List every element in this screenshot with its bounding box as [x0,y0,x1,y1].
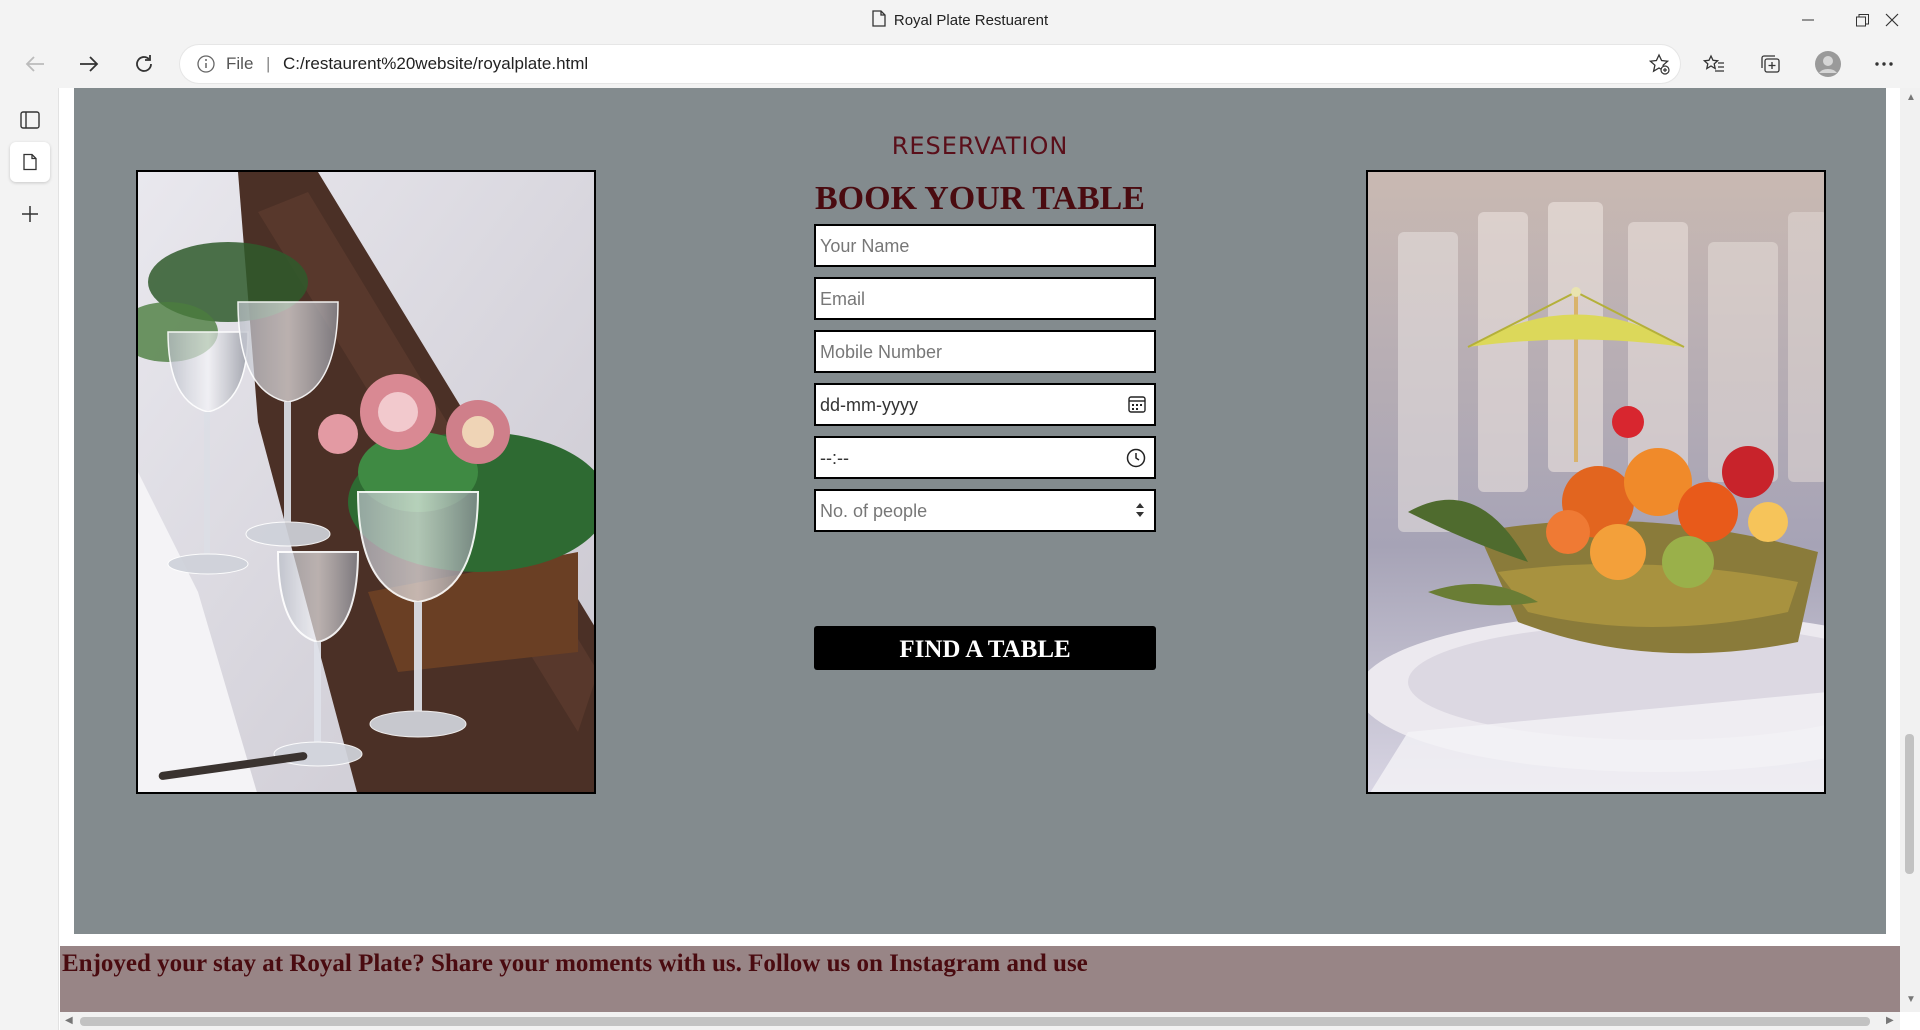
clock-icon[interactable] [1126,448,1146,473]
time-input[interactable]: --:-- [814,436,1156,479]
navigation-bar: File | C:/restaurent%20website/royalplat… [0,40,1920,88]
title-bar: Royal Plate Restuarent [0,0,1920,40]
minimize-icon[interactable] [1780,0,1836,40]
mobile-placeholder: Mobile Number [820,342,943,362]
vertical-scrollbar[interactable]: ▲ ▼ [1900,88,1920,1012]
scroll-left-arrow-icon[interactable]: ◀ [65,1015,73,1026]
mobile-input[interactable]: Mobile Number [814,330,1156,373]
page-viewport: RESERVATION BOOK YOUR TABLE Your Name Em… [60,88,1900,1012]
find-table-button[interactable]: FIND A TABLE [814,626,1156,670]
horizontal-scroll-thumb[interactable] [80,1017,1870,1026]
section-heading: BOOK YOUR TABLE [815,180,1145,217]
more-options-icon[interactable] [1866,46,1902,82]
name-input[interactable]: Your Name [814,224,1156,267]
section-kicker: RESERVATION [891,132,1069,160]
email-input[interactable]: Email [814,277,1156,320]
info-icon[interactable] [197,55,215,78]
add-favorite-icon[interactable] [1648,53,1670,80]
instagram-share-band: Enjoyed your stay at Royal Plate? Share … [60,946,1900,1012]
share-message: Enjoyed your stay at Royal Plate? Share … [62,950,1088,977]
scroll-right-arrow-icon[interactable]: ▶ [1886,1015,1894,1026]
window-title-text: Royal Plate Restuarent [893,12,1049,29]
collections-icon[interactable] [1752,46,1788,82]
scroll-up-arrow-icon[interactable]: ▲ [1906,92,1916,103]
address-bar[interactable]: File | C:/restaurent%20website/royalplat… [180,45,1680,83]
table-setting-photo [136,170,596,794]
horizontal-scrollbar[interactable]: ◀ ▶ [60,1012,1900,1030]
close-icon[interactable] [1864,0,1920,40]
url-text[interactable]: C:/restaurent%20website/royalplate.html [283,54,588,74]
forward-arrow-icon[interactable] [71,46,107,82]
window-title: Royal Plate Restuarent [0,10,1920,31]
document-icon [872,10,886,31]
calendar-icon[interactable] [1128,395,1146,418]
scheme-label: File [226,54,254,73]
time-value: --:-- [820,448,849,468]
email-placeholder: Email [820,289,866,309]
people-placeholder: No. of people [820,501,928,521]
tab-actions-icon[interactable] [10,100,50,140]
back-arrow-icon[interactable] [17,46,53,82]
profile-avatar-icon[interactable] [1810,46,1846,82]
name-placeholder: Your Name [820,236,910,256]
new-tab-plus-icon[interactable] [10,194,50,234]
vertical-scroll-thumb[interactable] [1905,734,1914,874]
address-separator: | [266,54,271,73]
refresh-icon[interactable] [126,46,162,82]
favorites-icon[interactable] [1696,46,1732,82]
vertical-tabs-sidebar [0,88,59,1030]
scroll-down-arrow-icon[interactable]: ▼ [1906,994,1916,1005]
people-count-input[interactable]: No. of people [814,489,1156,532]
tab-royal-plate-icon[interactable] [10,142,50,182]
fruit-dessert-photo [1366,170,1826,794]
reservation-section: RESERVATION BOOK YOUR TABLE Your Name Em… [74,88,1886,934]
date-value: dd-mm-yyyy [820,395,918,415]
spinner-arrows-icon[interactable] [1134,501,1146,524]
date-input[interactable]: dd-mm-yyyy [814,383,1156,426]
